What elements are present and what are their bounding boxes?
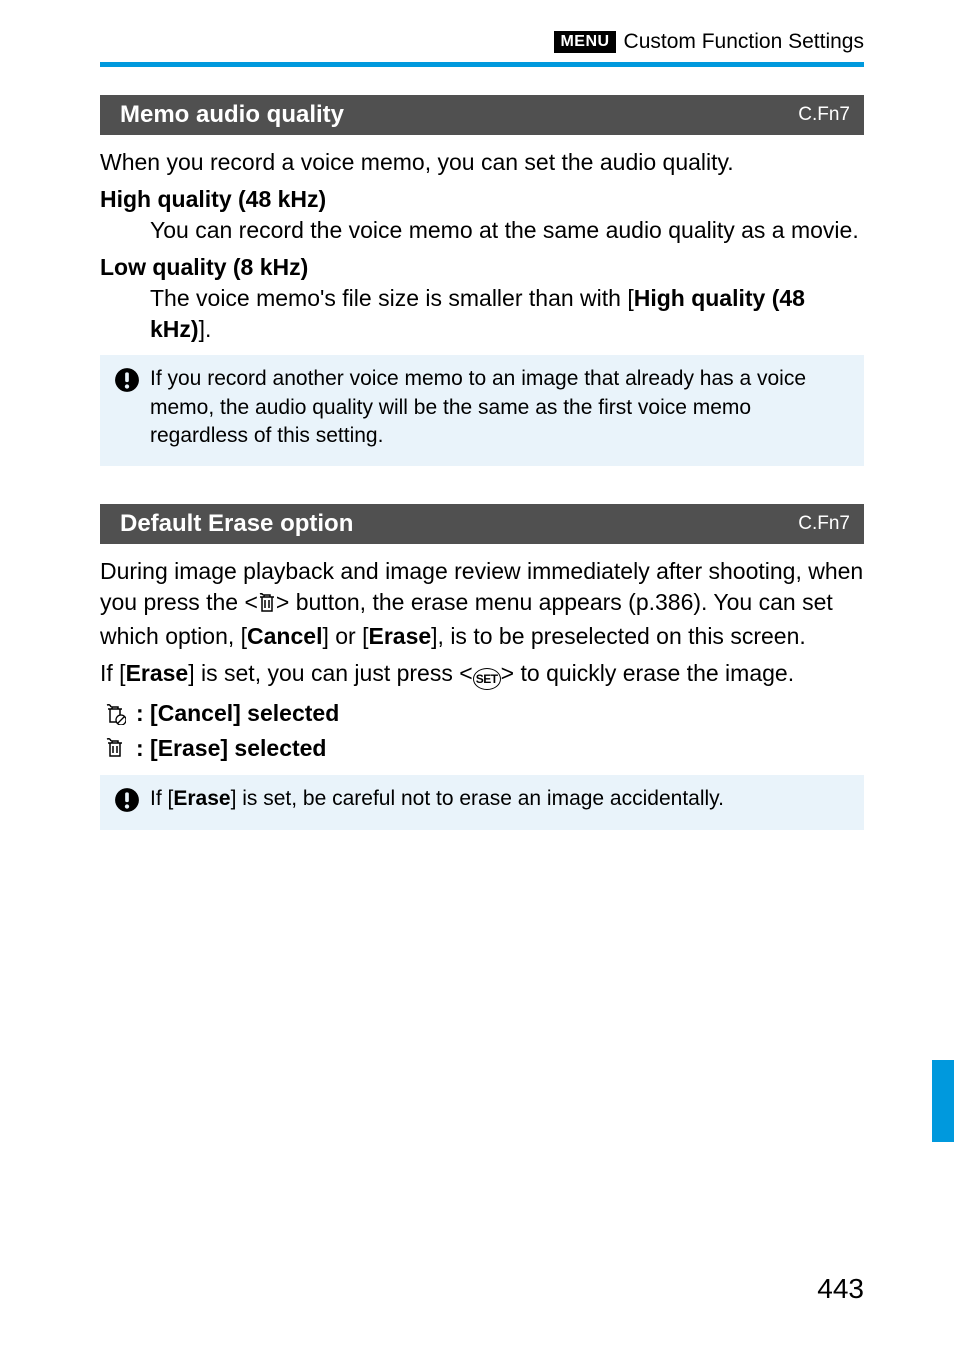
caution-text: If you record another voice memo to an i… (150, 365, 852, 450)
side-tab (932, 1060, 954, 1142)
trash-icon (258, 590, 276, 621)
section-heading-default-erase: Default Erase option C.Fn7 (100, 504, 864, 544)
option-high-quality-title: High quality (48 kHz) (100, 186, 864, 213)
caution-icon (114, 787, 140, 813)
option-low-quality-body: The voice memo's file size is smaller th… (150, 283, 864, 345)
section2-paragraph-1: During image playback and image review i… (100, 556, 864, 652)
cfn-label: C.Fn7 (798, 513, 850, 535)
text: If [ (100, 660, 126, 686)
text: ] or [ (322, 623, 368, 649)
cfn-label: C.Fn7 (798, 104, 850, 126)
text: > to quickly erase the image. (501, 660, 794, 686)
caution-note-1: If you record another voice memo to an i… (100, 355, 864, 466)
caution-note-2: If [Erase] is set, be careful not to era… (100, 775, 864, 829)
trash-icon (100, 737, 130, 759)
option-low-quality-title: Low quality (8 kHz) (100, 254, 864, 281)
text: ], is to be preselected on this screen. (431, 623, 806, 649)
option-high-quality-body: You can record the voice memo at the sam… (150, 215, 864, 246)
section-heading-memo-audio: Memo audio quality C.Fn7 (100, 95, 864, 135)
set-button-icon: SET (473, 668, 501, 690)
caution-icon (114, 367, 140, 393)
text-bold: Cancel (247, 623, 322, 649)
caution-text: If [Erase] is set, be careful not to era… (150, 785, 724, 813)
text: The voice memo's file size is smaller th… (150, 285, 634, 311)
trash-cancel-icon (100, 703, 130, 725)
menu-badge: MENU (554, 31, 615, 53)
text-bold: Erase (368, 623, 431, 649)
text-bold: Erase (126, 660, 189, 686)
text: ] is set, be careful not to erase an ima… (231, 787, 724, 810)
header-title: Custom Function Settings (624, 30, 864, 54)
section-title: Memo audio quality (120, 101, 344, 129)
option-label: : [Erase] selected (136, 731, 326, 766)
option-label: : [Cancel] selected (136, 696, 339, 731)
section-title: Default Erase option (120, 510, 353, 538)
main-content: Memo audio quality C.Fn7 When you record… (0, 67, 954, 830)
option-cancel-selected: : [Cancel] selected (100, 696, 864, 731)
section2-paragraph-2: If [Erase] is set, you can just press <S… (100, 658, 864, 690)
text: If [ (150, 787, 173, 810)
text-bold: Erase (173, 787, 230, 810)
section1-intro: When you record a voice memo, you can se… (100, 147, 864, 178)
option-erase-selected: : [Erase] selected (100, 731, 864, 766)
page-header: MENU Custom Function Settings (0, 0, 954, 62)
page-number: 443 (817, 1273, 864, 1305)
text: ] is set, you can just press < (188, 660, 472, 686)
erase-option-list: : [Cancel] selected : [Erase] selected (100, 696, 864, 765)
text: ]. (199, 316, 212, 342)
